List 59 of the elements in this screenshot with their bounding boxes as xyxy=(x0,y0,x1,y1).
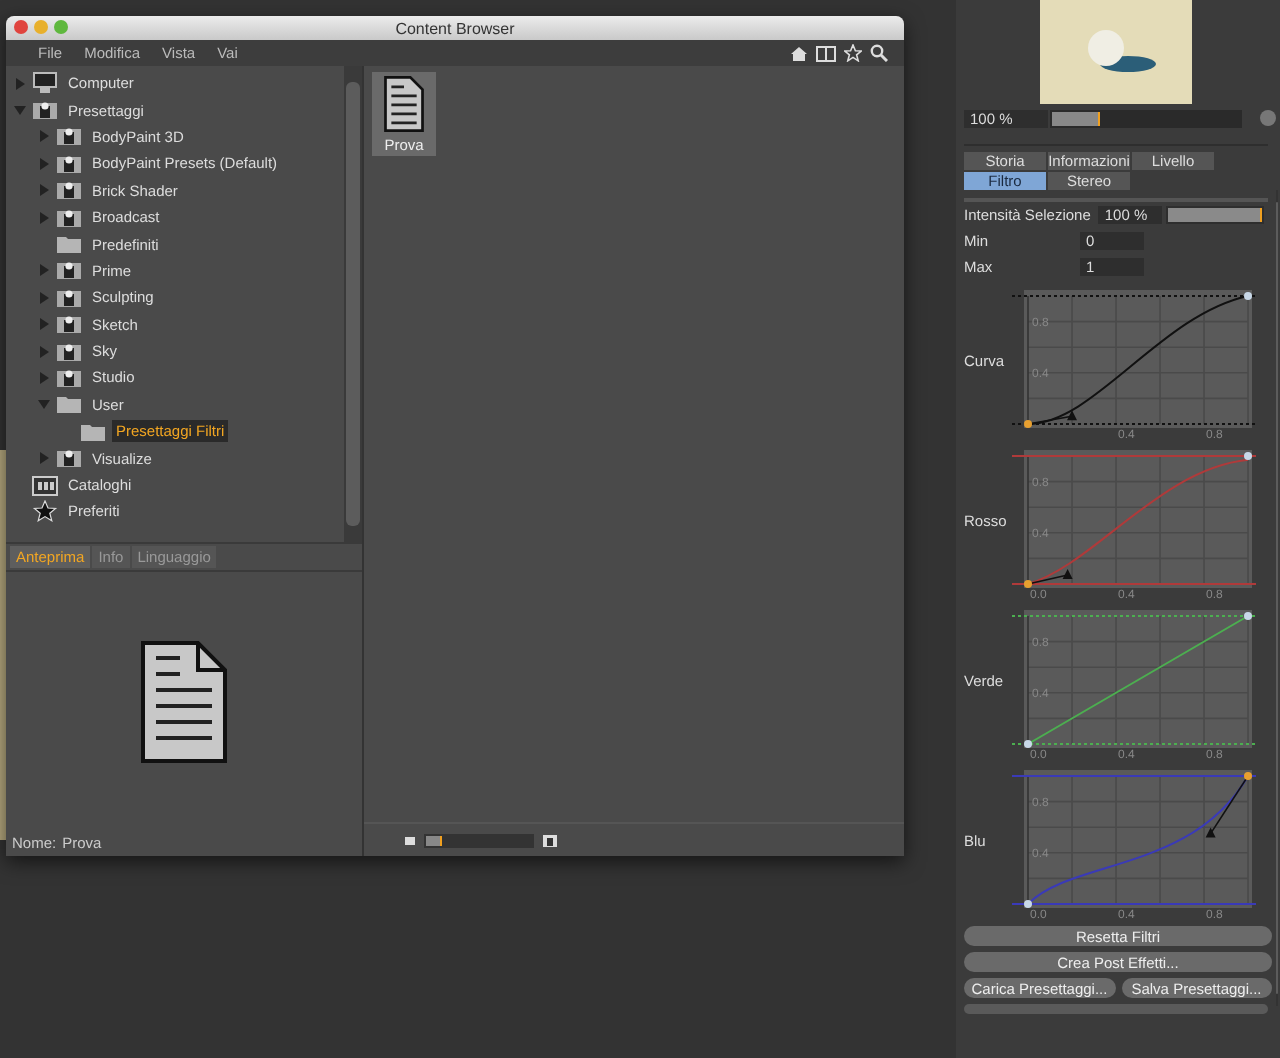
folder-icon xyxy=(56,394,82,415)
expand-arrow-icon[interactable] xyxy=(14,77,26,90)
zoom-slider[interactable] xyxy=(424,833,534,847)
preset-folder-icon xyxy=(56,367,82,388)
document-icon xyxy=(384,75,424,131)
scrollbar[interactable] xyxy=(344,66,362,542)
expand-arrow-icon[interactable] xyxy=(38,318,50,331)
expand-arrow-icon[interactable] xyxy=(38,130,50,143)
control-point[interactable] xyxy=(1244,292,1252,300)
expand-arrow-icon[interactable] xyxy=(38,371,50,384)
expand-arrow-icon[interactable] xyxy=(38,398,50,411)
expand-arrow-icon[interactable] xyxy=(38,211,50,224)
expand-arrow-icon[interactable] xyxy=(38,291,50,304)
computer-icon xyxy=(32,72,58,95)
minimize-button[interactable] xyxy=(34,20,48,34)
preset-folder-icon xyxy=(56,180,82,201)
catalog-icon xyxy=(32,475,58,496)
preset-folder-icon xyxy=(56,448,82,469)
small-thumbnail-icon xyxy=(404,835,416,845)
large-thumbnail-icon xyxy=(542,833,558,847)
document-icon xyxy=(140,639,228,763)
control-point[interactable] xyxy=(1024,900,1032,908)
zoom-slider[interactable] xyxy=(1050,109,1242,127)
expand-arrow-icon[interactable] xyxy=(38,184,50,197)
close-button[interactable] xyxy=(14,20,28,34)
round-button[interactable] xyxy=(1260,110,1276,126)
folder-icon xyxy=(56,234,82,255)
control-point[interactable] xyxy=(1244,452,1252,460)
expand-arrow-icon[interactable] xyxy=(14,104,26,117)
book-icon[interactable] xyxy=(816,45,836,61)
zoom-button[interactable] xyxy=(54,20,68,34)
expand-arrow-icon[interactable] xyxy=(38,157,50,170)
window-title: Content Browser xyxy=(395,19,515,37)
preset-folder-icon xyxy=(56,153,82,174)
search-icon[interactable] xyxy=(870,44,888,62)
preset-folder-icon xyxy=(56,207,82,228)
expand-arrow-icon[interactable] xyxy=(38,452,50,465)
preset-folder-icon xyxy=(56,260,82,281)
preset-folder-icon xyxy=(32,100,58,121)
preset-folder-icon xyxy=(56,341,82,362)
folder-icon xyxy=(80,421,106,442)
preset-folder-icon xyxy=(56,126,82,147)
control-point[interactable] xyxy=(1244,612,1252,620)
preset-folder-icon xyxy=(56,314,82,335)
expand-arrow-icon[interactable] xyxy=(38,264,50,277)
control-point[interactable] xyxy=(1024,580,1032,588)
star-icon xyxy=(32,500,58,523)
scrollbar[interactable] xyxy=(1276,190,1278,1006)
preset-folder-icon xyxy=(56,287,82,308)
tangent-handle[interactable] xyxy=(1027,410,1077,425)
tangent-handle[interactable] xyxy=(1027,569,1073,585)
control-point[interactable] xyxy=(1024,420,1032,428)
tangent-handle[interactable] xyxy=(1205,775,1249,838)
control-point[interactable] xyxy=(1024,740,1032,748)
star-icon[interactable] xyxy=(844,44,862,62)
control-point[interactable] xyxy=(1244,772,1252,780)
expand-arrow-icon[interactable] xyxy=(38,345,50,358)
scrollbar[interactable] xyxy=(964,1004,1268,1014)
home-icon[interactable] xyxy=(790,45,808,61)
